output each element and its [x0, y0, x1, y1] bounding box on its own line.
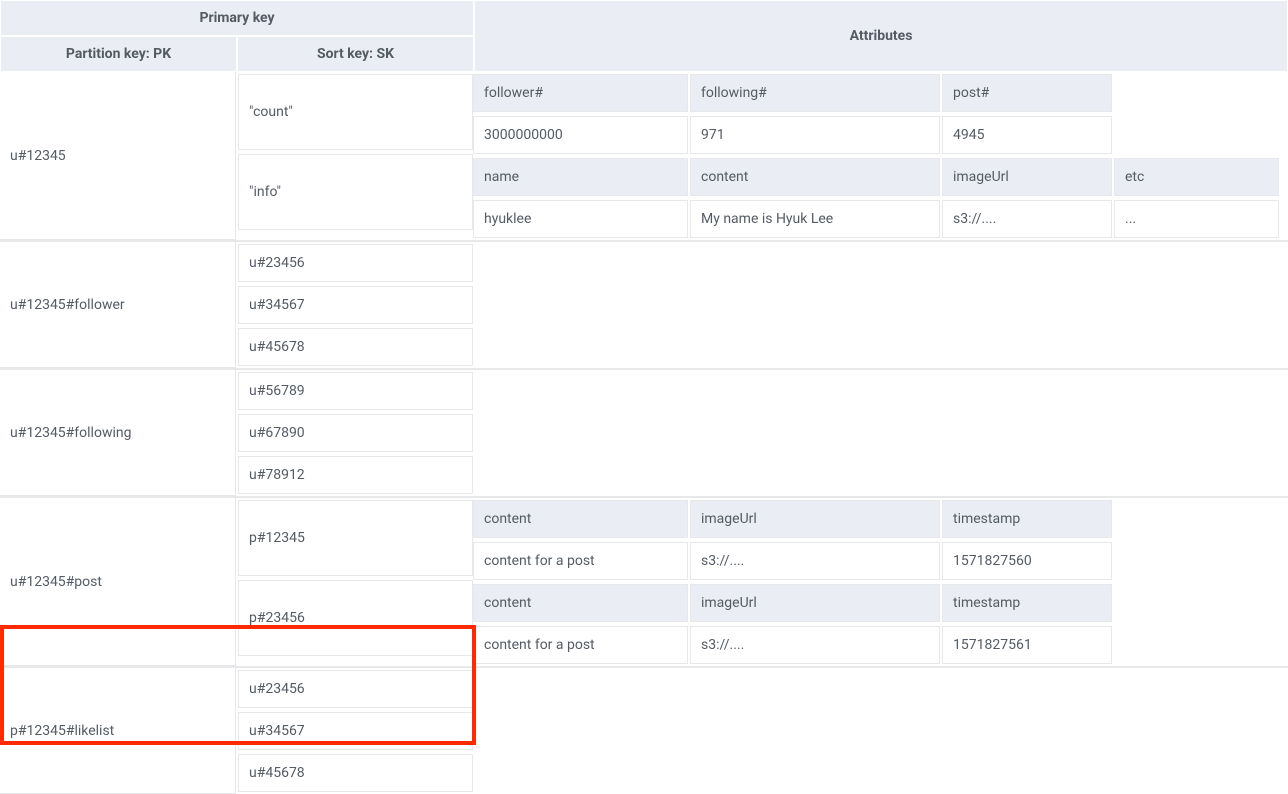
sk-follower-0: u#23456: [238, 244, 473, 282]
sk-following-2: u#78912: [238, 456, 473, 494]
row-following: u#12345#following u#56789 u#67890 u#7891…: [0, 370, 1288, 496]
sk-follower-1: u#34567: [238, 286, 473, 324]
row-follower: u#12345#follower u#23456 u#34567 u#45678: [0, 242, 1288, 368]
sk-p2: p#23456: [238, 580, 473, 656]
val-p2-content: content for a post: [473, 626, 688, 664]
pk-post: u#12345#post: [0, 498, 236, 666]
sort-key-header: Sort key: SK: [237, 36, 474, 72]
hdr-post: post#: [942, 74, 1112, 112]
pk-following: u#12345#following: [0, 370, 236, 496]
hdr-p1-imageUrl: imageUrl: [690, 500, 940, 538]
val-name: hyuklee: [473, 200, 688, 238]
sk-following-0: u#56789: [238, 372, 473, 410]
sk-count: "count": [238, 74, 473, 150]
row-post: u#12345#post p#12345 p#23456 content ima…: [0, 498, 1288, 666]
hdr-p2-timestamp: timestamp: [942, 584, 1112, 622]
table-container: Primary key Attributes Partition key: PK…: [0, 0, 1288, 794]
row-u12345: u#12345 "count" "info" follower# followi…: [0, 72, 1288, 240]
val-follower: 3000000000: [473, 116, 688, 154]
sk-likelist-1: u#34567: [238, 712, 473, 750]
val-content: My name is Hyuk Lee: [690, 200, 940, 238]
partition-key-header: Partition key: PK: [0, 36, 237, 72]
val-p1-imageUrl: s3://....: [690, 542, 940, 580]
pk-likelist: p#12345#likelist: [0, 668, 236, 794]
primary-key-header: Primary key: [0, 0, 474, 36]
val-etc: ...: [1114, 200, 1279, 238]
hdr-follower: follower#: [473, 74, 688, 112]
val-following: 971: [690, 116, 940, 154]
hdr-name: name: [473, 158, 688, 196]
val-p2-imageUrl: s3://....: [690, 626, 940, 664]
val-post: 4945: [942, 116, 1112, 154]
hdr-etc: etc: [1114, 158, 1279, 196]
val-imageUrl: s3://....: [942, 200, 1112, 238]
sk-follower-2: u#45678: [238, 328, 473, 366]
val-p1-timestamp: 1571827560: [942, 542, 1112, 580]
hdr-following: following#: [690, 74, 940, 112]
val-p1-content: content for a post: [473, 542, 688, 580]
header-row-2: Partition key: PK Sort key: SK: [0, 36, 1288, 72]
sk-info: "info": [238, 154, 473, 230]
pk-follower: u#12345#follower: [0, 242, 236, 368]
sk-likelist-0: u#23456: [238, 670, 473, 708]
sk-following-1: u#67890: [238, 414, 473, 452]
hdr-content: content: [690, 158, 940, 196]
hdr-p1-timestamp: timestamp: [942, 500, 1112, 538]
sk-p1: p#12345: [238, 500, 473, 576]
hdr-p2-content: content: [473, 584, 688, 622]
pk-u12345: u#12345: [0, 72, 236, 240]
sk-likelist-2: u#45678: [238, 754, 473, 792]
hdr-p1-content: content: [473, 500, 688, 538]
hdr-p2-imageUrl: imageUrl: [690, 584, 940, 622]
hdr-imageUrl: imageUrl: [942, 158, 1112, 196]
val-p2-timestamp: 1571827561: [942, 626, 1112, 664]
row-likelist: p#12345#likelist u#23456 u#34567 u#45678: [0, 668, 1288, 794]
